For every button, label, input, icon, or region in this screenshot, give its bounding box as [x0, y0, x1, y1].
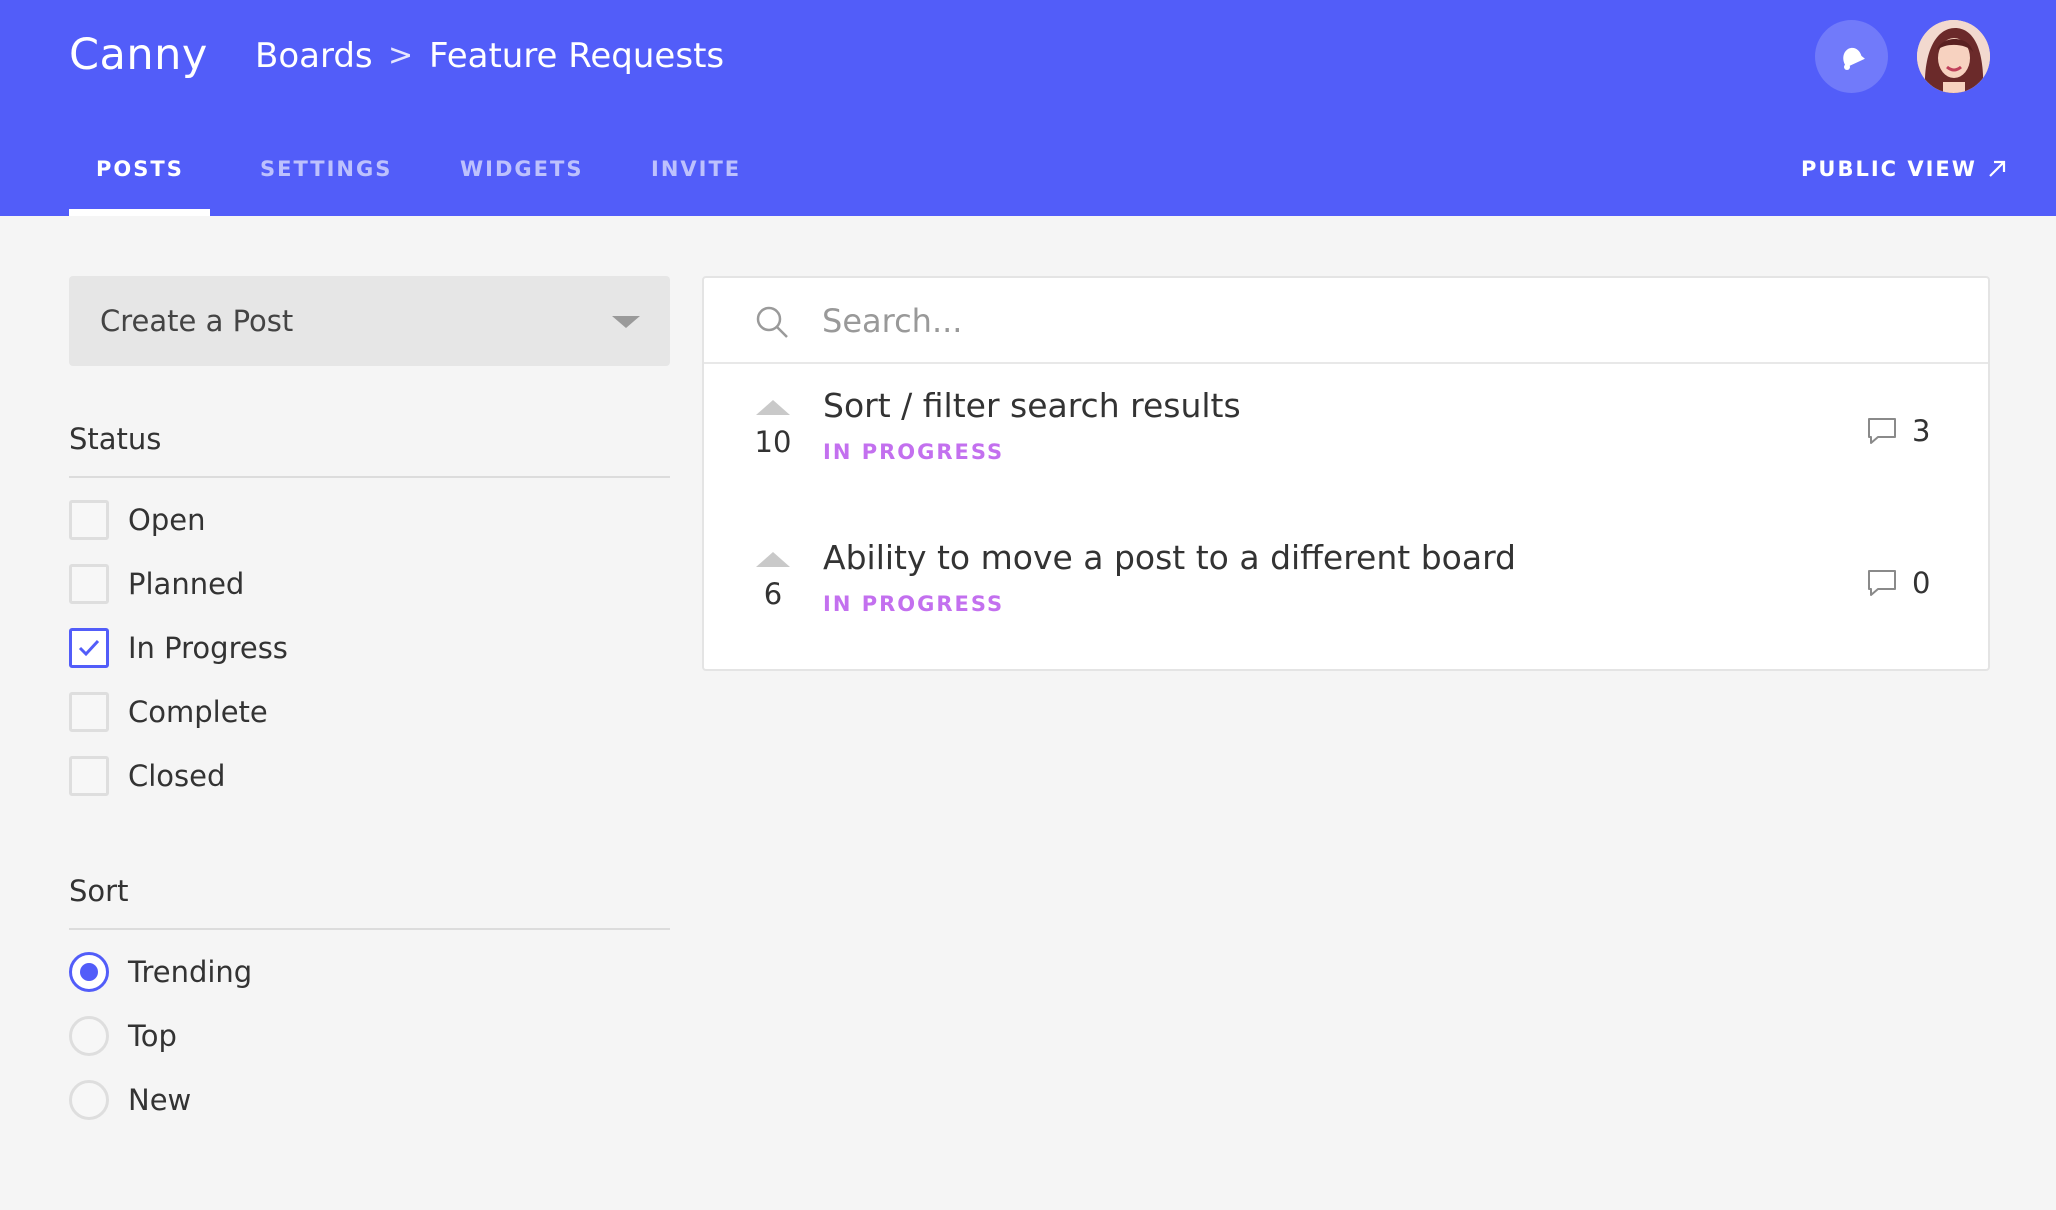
sort-option-top[interactable]: Top: [69, 1016, 177, 1056]
posts-panel: 10 Sort / filter search results IN PROGR…: [702, 276, 1990, 671]
app-logo[interactable]: Canny: [69, 30, 208, 80]
post-title[interactable]: Sort / filter search results: [823, 386, 1241, 425]
vote-button[interactable]: 10: [748, 400, 798, 459]
vote-count: 6: [763, 577, 783, 611]
status-label-complete: Complete: [128, 695, 268, 729]
tab-invite[interactable]: INVITE: [651, 157, 741, 181]
status-label-planned: Planned: [128, 567, 245, 601]
sort-option-trending[interactable]: Trending: [69, 952, 252, 992]
post-title[interactable]: Ability to move a post to a different bo…: [823, 538, 1516, 577]
vote-button[interactable]: 6: [748, 552, 798, 611]
sort-radio-trending[interactable]: [69, 952, 109, 992]
top-header: Canny Boards > Feature Requests POSTS SE…: [0, 0, 2056, 216]
user-avatar[interactable]: [1917, 20, 1990, 93]
sort-divider: [69, 928, 670, 930]
comment-count-value: 0: [1912, 566, 1931, 600]
breadcrumb-boards[interactable]: Boards: [255, 36, 373, 76]
status-checkbox-planned[interactable]: [69, 564, 109, 604]
notifications-button[interactable]: [1815, 20, 1888, 93]
bell-icon: [1842, 47, 1865, 70]
status-label-in-progress: In Progress: [128, 631, 288, 665]
create-post-label: Create a Post: [100, 304, 294, 338]
sort-radio-new[interactable]: [69, 1080, 109, 1120]
status-label-open: Open: [128, 503, 206, 537]
arrow-up-right-icon: [1989, 160, 2006, 177]
sort-label-trending: Trending: [128, 955, 253, 989]
sort-section-title: Sort: [69, 874, 129, 908]
status-option-open[interactable]: Open: [69, 500, 205, 540]
status-checkbox-in-progress[interactable]: [69, 628, 109, 668]
post-status-badge: IN PROGRESS: [823, 440, 1005, 464]
sort-label-new: New: [128, 1083, 192, 1117]
comment-count: 3: [1866, 414, 1930, 448]
status-checkbox-complete[interactable]: [69, 692, 109, 732]
radio-dot: [80, 963, 98, 981]
status-label-closed: Closed: [128, 759, 226, 793]
tab-posts[interactable]: POSTS: [96, 157, 184, 181]
vote-count: 10: [754, 425, 792, 459]
comment-icon: [1868, 570, 1896, 596]
breadcrumb-separator-icon: >: [388, 38, 414, 73]
public-view-label: PUBLIC VIEW: [1801, 157, 1977, 181]
sort-option-new[interactable]: New: [69, 1080, 191, 1120]
active-tab-indicator: [69, 209, 210, 216]
status-divider: [69, 476, 670, 478]
search-icon: [756, 306, 788, 338]
status-checkbox-closed[interactable]: [69, 756, 109, 796]
sort-label-top: Top: [128, 1019, 177, 1053]
status-option-closed[interactable]: Closed: [69, 756, 225, 796]
comment-icon: [1868, 418, 1896, 444]
upvote-arrow-icon: [756, 552, 790, 567]
breadcrumb-current: Feature Requests: [429, 36, 725, 76]
search-bar: [704, 278, 1988, 364]
status-option-complete[interactable]: Complete: [69, 692, 268, 732]
sort-radio-top[interactable]: [69, 1016, 109, 1056]
create-post-dropdown[interactable]: Create a Post: [69, 276, 670, 366]
status-checkbox-open[interactable]: [69, 500, 109, 540]
user-avatar-image: [1917, 20, 1990, 93]
checkmark-icon: [78, 639, 100, 657]
status-option-in-progress[interactable]: In Progress: [69, 628, 288, 668]
search-input[interactable]: [822, 296, 1922, 346]
public-view-link[interactable]: PUBLIC VIEW: [1801, 157, 2007, 181]
chevron-down-icon: [612, 316, 640, 328]
tab-settings[interactable]: SETTINGS: [260, 157, 392, 181]
post-status-badge: IN PROGRESS: [823, 592, 1005, 616]
status-section-title: Status: [69, 422, 162, 456]
status-option-planned[interactable]: Planned: [69, 564, 244, 604]
comment-count: 0: [1866, 566, 1930, 600]
upvote-arrow-icon: [756, 400, 790, 415]
tab-widgets[interactable]: WIDGETS: [460, 157, 583, 181]
post-row[interactable]: 6 Ability to move a post to a different …: [704, 538, 1988, 678]
post-row[interactable]: 10 Sort / filter search results IN PROGR…: [704, 386, 1988, 526]
comment-count-value: 3: [1912, 414, 1931, 448]
